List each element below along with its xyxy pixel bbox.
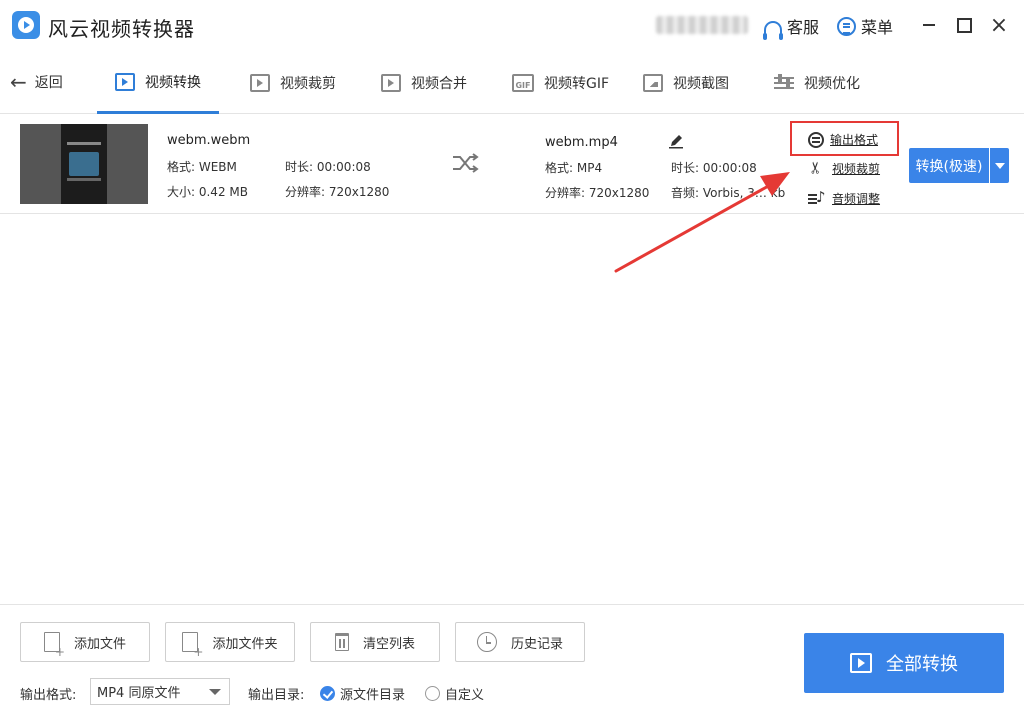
- add-file-label: 添加文件: [73, 636, 126, 652]
- source-duration: 时长: 00:00:08: [285, 160, 371, 174]
- close-button[interactable]: ×: [988, 13, 1010, 38]
- output-duration: 时长: 00:00:08: [671, 161, 757, 175]
- add-folder-button[interactable]: 添加文件夹: [165, 622, 295, 662]
- add-folder-icon: [182, 632, 203, 659]
- radio-unchecked-icon: [425, 686, 440, 701]
- source-file-name: webm.webm: [167, 133, 251, 148]
- output-file-name: webm.mp4: [545, 135, 618, 150]
- add-file-button[interactable]: 添加文件: [20, 622, 150, 662]
- history-button[interactable]: 历史记录: [455, 622, 585, 662]
- clear-list-button[interactable]: 清空列表: [310, 622, 440, 662]
- customer-service-label: 客服: [787, 18, 820, 37]
- clear-list-label: 清空列表: [362, 636, 415, 652]
- video-thumbnail[interactable]: [20, 124, 148, 204]
- title-bar: 风云视频转换器 客服 菜单 ×: [0, 0, 1024, 52]
- back-label: 返回: [34, 75, 63, 91]
- caret-down-icon: [209, 689, 221, 695]
- clock-icon: [476, 632, 497, 652]
- arrow-left-icon: ←: [10, 70, 27, 94]
- menu-button[interactable]: 菜单: [837, 14, 893, 38]
- radio-custom-dir[interactable]: 自定义: [425, 684, 484, 703]
- source-resolution: 分辨率: 720x1280: [285, 185, 390, 199]
- tab-video-screenshot[interactable]: 视频截图: [625, 52, 747, 114]
- play-icon: [850, 653, 872, 673]
- menu-label: 菜单: [861, 18, 894, 37]
- output-resolution: 分辨率: 720x1280: [545, 186, 650, 200]
- headset-icon: [763, 21, 783, 40]
- output-format-select[interactable]: MP4 同原文件: [90, 678, 230, 705]
- tab-label: 视频裁剪: [280, 76, 336, 92]
- blurred-account-name: [656, 16, 748, 34]
- app-logo-icon: [12, 11, 40, 39]
- audio-list-icon: [808, 188, 826, 207]
- video-crop-link[interactable]: 视频裁剪: [808, 160, 880, 177]
- output-format-label: 输出格式:: [20, 688, 77, 703]
- tab-video-to-gif[interactable]: GIF 视频转GIF: [494, 52, 627, 114]
- scissors-icon: [808, 161, 826, 177]
- radio-source-dir[interactable]: 源文件目录: [320, 684, 405, 703]
- highlight-box: [790, 121, 899, 156]
- gif-icon: GIF: [512, 74, 534, 92]
- menu-icon: [837, 16, 856, 36]
- output-audio: 音频: Vorbis, 3… kb: [671, 186, 786, 200]
- minimize-button[interactable]: [918, 14, 940, 36]
- customer-service-button[interactable]: 客服: [763, 14, 820, 40]
- trash-icon: [334, 633, 349, 651]
- bottom-bar: 添加文件 添加文件夹 清空列表 历史记录 全部转换 输出格式: MP4 同原文件…: [0, 604, 1024, 720]
- convert-all-button[interactable]: 全部转换: [804, 633, 1004, 693]
- nav-bar: ← 返回 视频转换 视频裁剪 视频合并 GIF 视频转GIF 视频截图 视频优化: [0, 52, 1024, 114]
- video-convert-icon: [115, 72, 135, 91]
- tab-label: 视频转换: [145, 74, 201, 91]
- radio-source-dir-label: 源文件目录: [340, 688, 406, 703]
- pencil-icon[interactable]: [668, 133, 684, 149]
- add-folder-label: 添加文件夹: [212, 636, 278, 652]
- tab-label: 视频转GIF: [544, 76, 610, 92]
- source-size: 大小: 0.42 MB: [167, 185, 248, 199]
- screenshot-icon: [643, 74, 663, 92]
- video-crop-link-label: 视频裁剪: [832, 162, 881, 176]
- audio-adjust-link-label: 音频调整: [832, 192, 881, 206]
- video-crop-icon: [250, 74, 270, 92]
- tab-video-convert[interactable]: 视频转换: [97, 52, 219, 114]
- maximize-button[interactable]: [953, 14, 975, 36]
- tab-label: 视频合并: [411, 76, 467, 92]
- add-file-icon: [43, 632, 65, 659]
- history-label: 历史记录: [510, 636, 563, 652]
- convert-all-label: 全部转换: [886, 654, 958, 675]
- tab-label: 视频优化: [804, 76, 860, 92]
- sliders-icon: [774, 74, 794, 92]
- tab-video-optimize[interactable]: 视频优化: [756, 52, 878, 114]
- tab-label: 视频截图: [673, 76, 729, 92]
- audio-adjust-link[interactable]: 音频调整: [808, 188, 881, 207]
- source-format: 格式: WEBM: [167, 160, 237, 174]
- back-button[interactable]: ← 返回: [10, 72, 63, 92]
- convert-dropdown-button[interactable]: [990, 148, 1009, 183]
- radio-custom-dir-label: 自定义: [445, 688, 485, 703]
- video-merge-icon: [381, 74, 401, 92]
- tab-video-crop[interactable]: 视频裁剪: [232, 52, 354, 114]
- app-title: 风云视频转换器: [48, 17, 195, 41]
- output-format: 格式: MP4: [545, 161, 603, 175]
- shuffle-icon: [453, 153, 479, 173]
- output-dir-label: 输出目录:: [248, 688, 305, 703]
- tab-video-merge[interactable]: 视频合并: [363, 52, 485, 114]
- convert-fast-button[interactable]: 转换(极速): [909, 148, 989, 183]
- output-format-select-value: MP4 同原文件: [97, 686, 181, 701]
- radio-checked-icon: [320, 686, 335, 701]
